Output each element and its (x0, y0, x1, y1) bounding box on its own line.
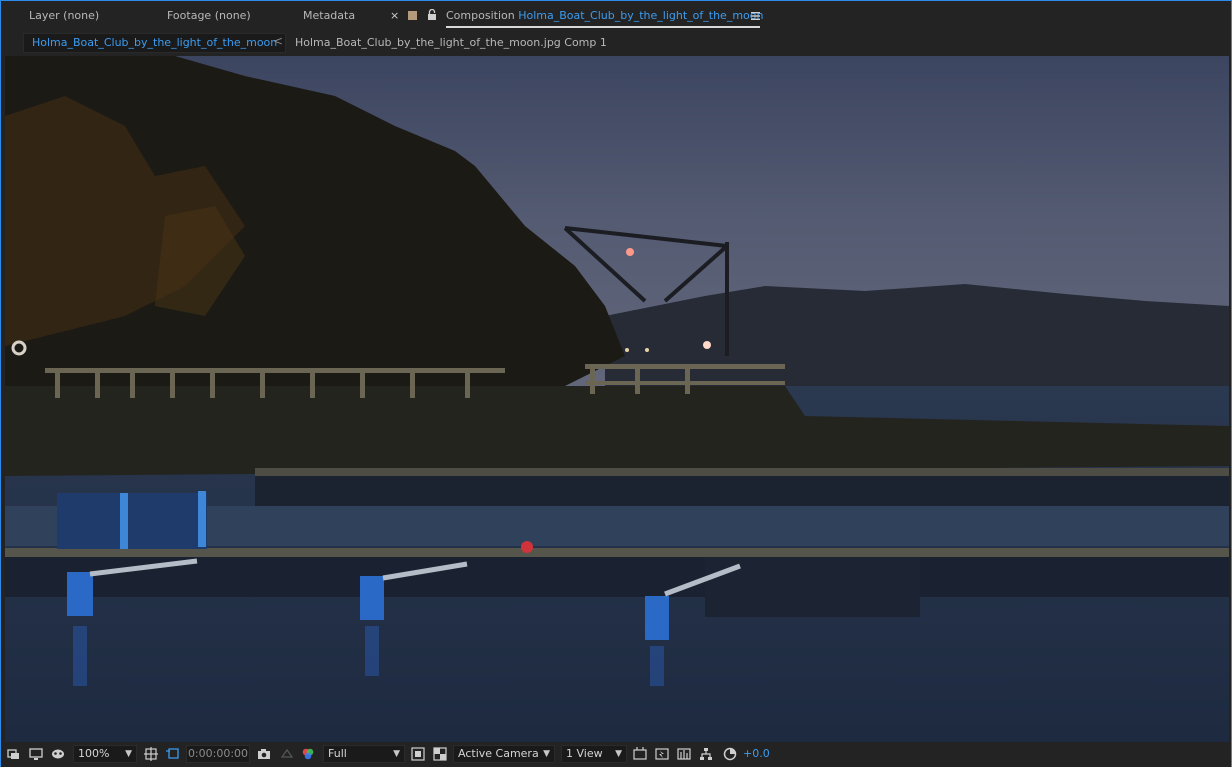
chevron-down-icon: ▼ (543, 749, 550, 759)
resolution-value: Full (328, 747, 347, 760)
rgb-channel-icon[interactable] (301, 747, 315, 761)
panel-tab-bar: Layer (none) Footage (none) Metadata × C… (1, 1, 1231, 31)
view-layout-value: 1 View (566, 747, 603, 760)
composition-image (5, 56, 1229, 742)
hamburger-menu-icon[interactable] (751, 12, 760, 20)
camera-view-dropdown[interactable]: Active Camera ▼ (453, 745, 555, 763)
active-tab-underline (446, 26, 760, 28)
close-tab-button[interactable]: × (390, 9, 399, 22)
camera-view-value: Active Camera (458, 747, 539, 760)
breadcrumb-nested-comp[interactable]: Holma_Boat_Club_by_the_light_of_the_moon… (295, 36, 607, 49)
tab-composition[interactable]: Composition Holma_Boat_Club_by_the_light… (446, 9, 763, 22)
fast-preview-icon[interactable] (655, 747, 669, 761)
show-snapshot-icon[interactable] (280, 747, 294, 761)
region-of-interest-icon[interactable] (166, 747, 180, 761)
chevron-down-icon: ▼ (615, 749, 622, 759)
tab-metadata[interactable]: Metadata (303, 9, 355, 22)
reset-exposure-icon[interactable] (723, 747, 737, 761)
tab-footage[interactable]: Footage (none) (167, 9, 251, 22)
breadcrumb-arrow-icon: < (273, 34, 284, 48)
label-color-swatch[interactable] (408, 11, 417, 20)
exposure-value[interactable]: +0.0 (743, 747, 770, 760)
lock-icon[interactable] (427, 9, 437, 21)
view-layout-dropdown[interactable]: 1 View ▼ (561, 745, 627, 763)
flowchart-icon[interactable] (699, 747, 713, 761)
breadcrumb-current-comp[interactable]: Holma_Boat_Club_by_the_light_of_the_moon (23, 33, 287, 53)
mask-visibility-icon[interactable] (51, 747, 65, 761)
transparency-grid-icon[interactable] (433, 747, 447, 761)
composition-breadcrumb: Holma_Boat_Club_by_the_light_of_the_moon… (1, 31, 1231, 53)
camera-snapshot-icon[interactable] (257, 747, 271, 761)
viewer-toolbar: 100% ▼ 0:00:00:00 Full ▼ Active Camera ▼… (1, 742, 1231, 767)
tab-layer[interactable]: Layer (none) (29, 9, 99, 22)
composition-panel: Layer (none) Footage (none) Metadata × C… (0, 0, 1232, 767)
chevron-down-icon: ▼ (393, 749, 400, 759)
chevron-down-icon: ▼ (125, 749, 132, 759)
composition-viewer[interactable] (5, 56, 1229, 742)
current-time-display[interactable]: 0:00:00:00 (186, 745, 250, 763)
zoom-dropdown[interactable]: 100% ▼ (73, 745, 137, 763)
timeline-icon[interactable] (677, 747, 691, 761)
zoom-value: 100% (78, 747, 110, 760)
monitor-icon[interactable] (29, 747, 43, 761)
tab-composition-prefix: Composition (446, 9, 515, 22)
toggle-pixel-aspect-icon[interactable] (633, 747, 647, 761)
resolution-dropdown[interactable]: Full ▼ (323, 745, 405, 763)
always-preview-icon[interactable] (7, 747, 21, 761)
fast-previews-icon[interactable] (411, 747, 425, 761)
resolution-grid-icon[interactable] (144, 747, 158, 761)
tab-composition-name: Holma_Boat_Club_by_the_light_of_the_moon (518, 9, 764, 22)
